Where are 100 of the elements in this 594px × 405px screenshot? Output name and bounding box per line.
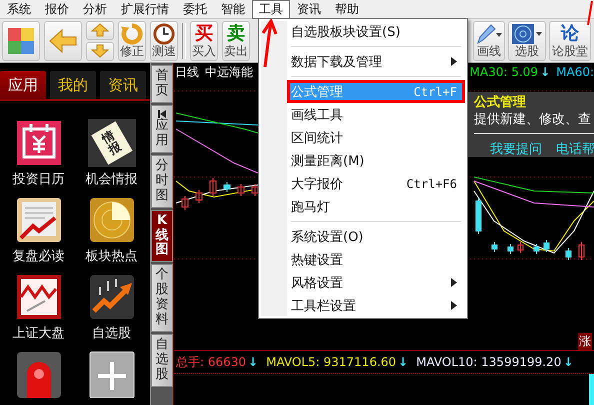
toolbar-button[interactable]: 卖 卖出 (222, 20, 250, 60)
candlestick (182, 196, 188, 210)
chart-title: 中远海能 (205, 64, 253, 80)
down-button[interactable] (86, 42, 114, 60)
menu-item-label: 公式管理 (291, 84, 343, 100)
toolbar-button[interactable]: 测速 (150, 20, 178, 60)
menu-item[interactable]: 系统设置(O) (287, 225, 465, 248)
vertical-tab-label[interactable]: 应用 (156, 118, 168, 149)
menu-item[interactable]: 委托 (176, 0, 214, 18)
siren-icon[interactable] (14, 350, 62, 398)
tooltip-link[interactable]: 我要提问 (490, 140, 542, 157)
toolbar-button[interactable]: 修正 (118, 20, 146, 60)
trend-arrow: ↓ (563, 355, 574, 369)
candlestick (210, 178, 216, 196)
menu-item[interactable]: 帮助 (328, 0, 366, 18)
menu-item-label: 自选股板块设置(S) (291, 24, 400, 40)
layout-button[interactable] (2, 20, 40, 60)
menu-item[interactable]: 大字报价 Ctrl+F6 (287, 172, 465, 195)
menu-item[interactable]: 自选股板块设置(S) (287, 20, 465, 43)
menu-item[interactable]: 智能 (214, 0, 252, 18)
candlestick (492, 242, 498, 252)
plus-icon[interactable] (88, 350, 136, 398)
annotation-stroke (586, 0, 594, 26)
grid-icon (6, 26, 36, 56)
app-label[interactable]: 复盘必读 (12, 247, 64, 265)
menu-item[interactable]: 资讯 (290, 0, 328, 18)
left-arrow-icon (48, 28, 78, 54)
menu-item[interactable]: 报价 (38, 0, 76, 18)
app-label[interactable]: 投资日历 (12, 170, 64, 188)
menu-item[interactable]: 分析 (76, 0, 114, 18)
menu-item[interactable]: 测量距离(M) (287, 149, 465, 172)
vertical-tab-label[interactable]: 分时图 (156, 158, 168, 204)
refresh-icon (120, 23, 144, 45)
candlestick (224, 182, 230, 192)
menu-item[interactable]: 工具 (252, 0, 290, 18)
menu-item-label: 热键设置 (291, 252, 343, 268)
candlestick (508, 244, 514, 254)
trend-arrow: ↓ (248, 355, 258, 369)
vertical-tab-label[interactable]: 首页 (156, 69, 168, 99)
menu-item[interactable]: 系统 (0, 0, 38, 18)
panel-tab[interactable]: 应用 (0, 71, 46, 99)
menu-item[interactable]: 数据下载及管理 (287, 50, 465, 73)
menu-item[interactable]: 画线工具 (287, 103, 465, 126)
menu-item[interactable]: 跑马灯 (287, 195, 465, 218)
radar-icon[interactable] (88, 196, 136, 244)
toolbar-button[interactable]: 买 买入 (190, 20, 218, 60)
app-label[interactable]: 上证大盘 (12, 324, 64, 342)
chart-title: 日线 (175, 64, 199, 80)
toolbar-glyph: 论 (561, 23, 579, 45)
panel-tab[interactable]: 我的 (50, 71, 96, 99)
indicator-value: MA60: (556, 65, 594, 79)
vertical-tab[interactable]: 个股资料 (151, 264, 173, 332)
rise-badge: 涨 (578, 333, 592, 350)
trend-arrow: ↓ (540, 65, 550, 79)
vertical-tab-label[interactable]: 个股资料 (156, 268, 168, 328)
calendar-icon[interactable] (14, 119, 62, 167)
line-chart-icon[interactable] (14, 273, 62, 321)
app-label[interactable]: 自选股 (92, 324, 131, 342)
menu-item-label: 风格设置 (291, 274, 343, 292)
candlestick (544, 240, 550, 252)
menu-item-label: 工具栏设置 (291, 298, 356, 314)
tooltip-text: 提供新建、修改、查 (474, 111, 594, 134)
menu-item-label: 测量距离(M) (291, 152, 364, 170)
candlestick (476, 198, 482, 234)
shortcut-text: Ctrl+F6 (406, 176, 457, 190)
app-label[interactable]: 板块热点 (86, 247, 138, 265)
back-button[interactable] (44, 20, 82, 60)
menu-item-label: 跑马灯 (291, 198, 330, 216)
vertical-tab[interactable]: 自选股 (151, 334, 173, 387)
indicator-value: MA30: 5.09 (470, 65, 538, 79)
vertical-tab-label[interactable]: 自选股 (156, 338, 168, 383)
vertical-tab[interactable]: K线图 (151, 210, 173, 262)
app-label[interactable]: 机会情报 (86, 170, 138, 188)
candlestick (566, 248, 572, 260)
panel-tab[interactable]: 资讯 (100, 71, 146, 99)
menu-item[interactable]: 风格设置 (287, 271, 465, 294)
menu-item-label: 区间统计 (291, 130, 343, 146)
candlestick (578, 242, 584, 260)
tooltip-title: 公式管理 (474, 95, 527, 111)
menu-item[interactable]: 热键设置 (287, 248, 465, 271)
vertical-tab[interactable]: 分时图 (151, 154, 173, 208)
indicator-value: MAVOL10: 13599199.20 (416, 355, 562, 369)
candlestick (534, 244, 540, 254)
menu-item[interactable]: 扩展行情 (114, 0, 176, 18)
shortcut-text: Ctrl+F (414, 84, 457, 98)
newspaper-chart-icon[interactable] (14, 196, 62, 244)
menu-item[interactable]: 工具栏设置 (287, 294, 465, 317)
clock-icon (152, 23, 176, 45)
up-arrow-icon (91, 23, 109, 37)
trend-arrow: ↓ (398, 355, 408, 369)
vertical-tab[interactable]: 首页 (151, 65, 173, 103)
vertical-tab[interactable]: 应用 (151, 104, 173, 153)
candlestick (238, 184, 244, 196)
menu-item-label: 系统设置(O) (291, 228, 364, 246)
menu-item[interactable]: 区间统计 (287, 126, 465, 149)
vertical-tab-label[interactable]: K线图 (156, 214, 168, 258)
toolbar-glyph: 卖 (227, 23, 245, 45)
indicator-value: MAVOL5: 9317116.60 (266, 355, 396, 369)
up-button[interactable] (86, 20, 114, 40)
toolbar-button[interactable]: 论 论股堂 (549, 20, 591, 60)
